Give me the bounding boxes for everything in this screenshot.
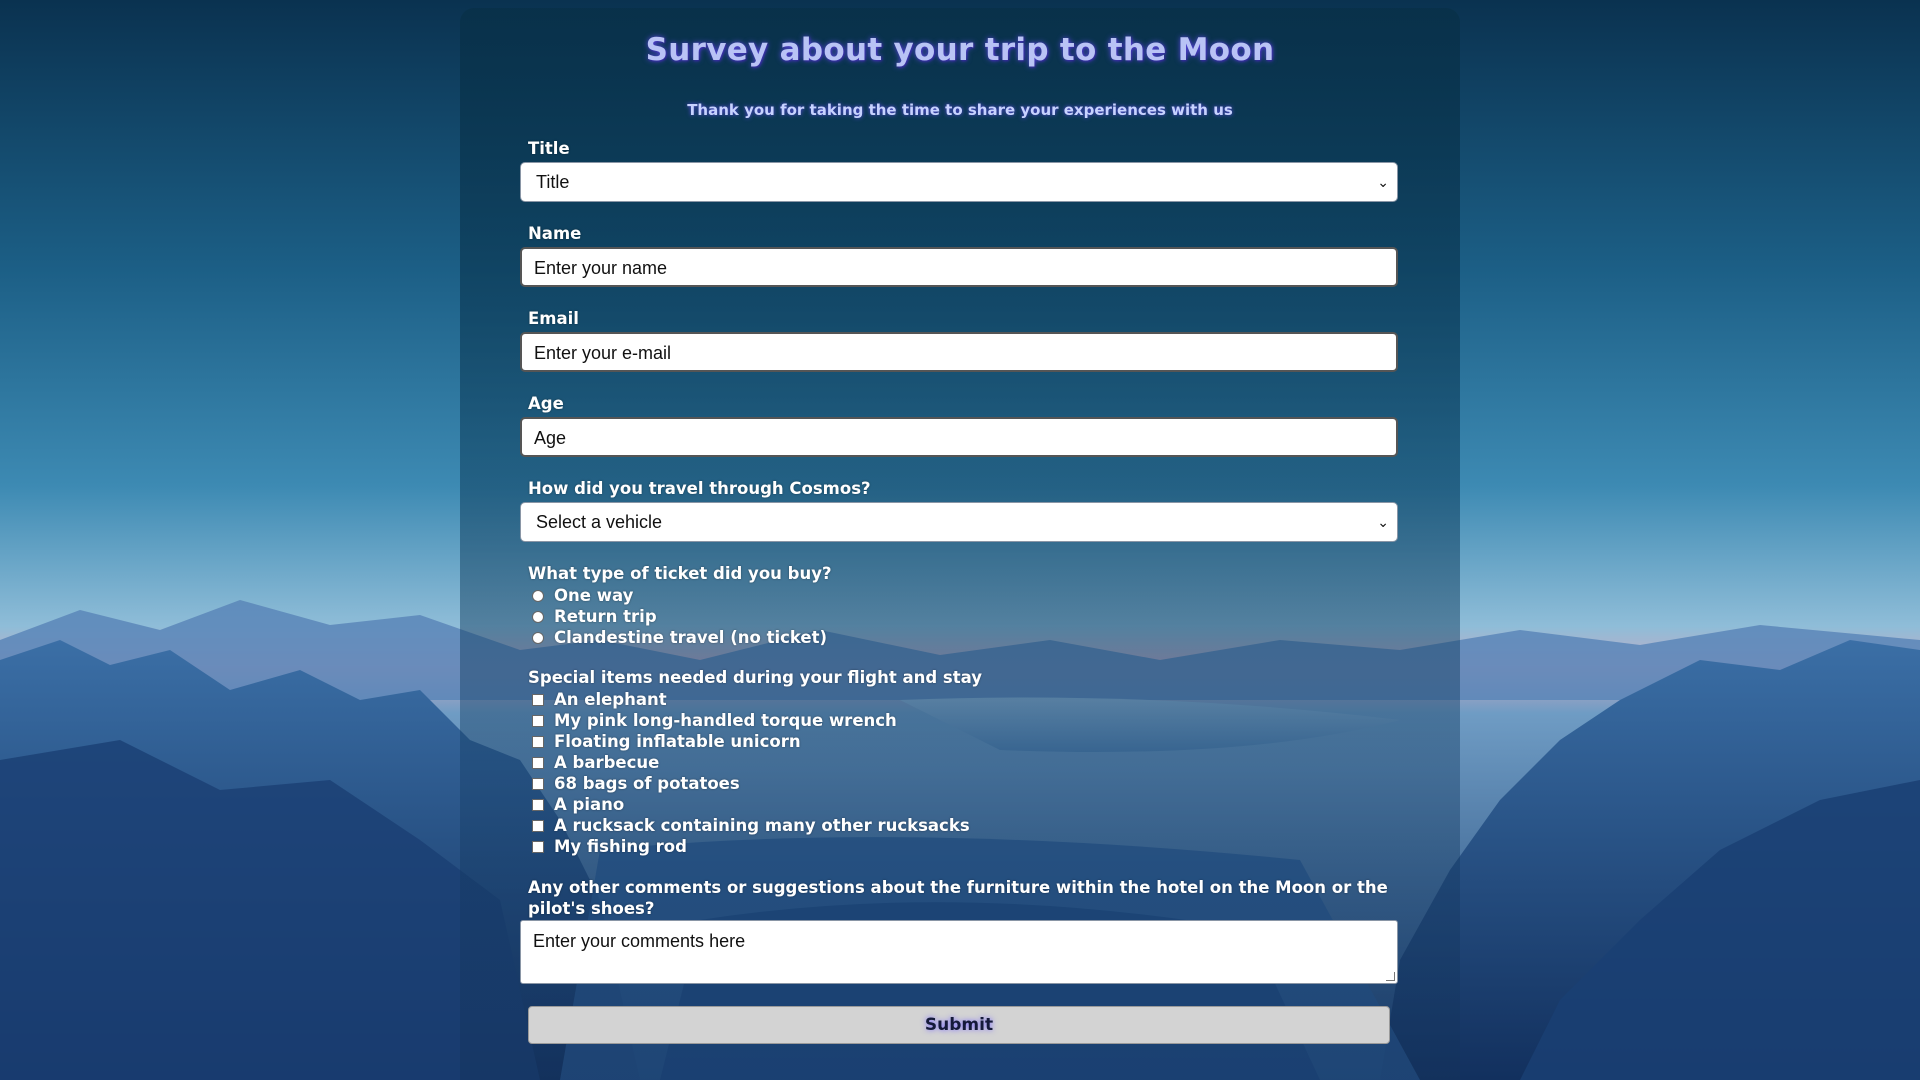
item-option-label: A rucksack containing many other rucksac…	[554, 816, 970, 835]
ticket-option-label: One way	[554, 586, 634, 605]
item-option-torque-wrench[interactable]: My pink long-handled torque wrench	[532, 710, 897, 731]
item-option-label: Floating inflatable unicorn	[554, 732, 801, 751]
item-option-label: My pink long-handled torque wrench	[554, 711, 897, 730]
item-option-label: A barbecue	[554, 753, 660, 772]
ticket-option-one-way[interactable]: One way	[532, 585, 633, 606]
age-input[interactable]: Age	[520, 417, 1398, 457]
checkbox[interactable]	[532, 841, 544, 853]
item-option-label: 68 bags of potatoes	[554, 774, 740, 793]
item-option-unicorn[interactable]: Floating inflatable unicorn	[532, 731, 801, 752]
ticket-option-label: Return trip	[554, 607, 657, 626]
comments-textarea[interactable]: Enter your comments here	[520, 920, 1398, 984]
items-label: Special items needed during your flight …	[528, 668, 983, 687]
ticket-option-label: Clandestine travel (no ticket)	[554, 628, 828, 647]
page-title: Survey about your trip to the Moon	[645, 32, 1275, 68]
survey-form-panel: Survey about your trip to the Moon Thank…	[460, 8, 1460, 1080]
checkbox[interactable]	[532, 736, 544, 748]
item-option-potatoes[interactable]: 68 bags of potatoes	[532, 773, 740, 794]
comments-label: Any other comments or suggestions about …	[528, 878, 1388, 918]
ticket-option-return-trip[interactable]: Return trip	[532, 606, 657, 627]
title-select-value: Title	[536, 172, 570, 192]
item-option-rucksack[interactable]: A rucksack containing many other rucksac…	[532, 815, 970, 836]
page-subtitle: Thank you for taking the time to share y…	[687, 101, 1233, 119]
name-input[interactable]: Enter your name	[520, 247, 1398, 287]
name-input-placeholder: Enter your name	[534, 258, 668, 278]
checkbox[interactable]	[532, 694, 544, 706]
checkbox[interactable]	[532, 757, 544, 769]
chevron-down-icon: ⌄	[1377, 514, 1389, 530]
checkbox[interactable]	[532, 715, 544, 727]
email-label: Email	[528, 309, 579, 328]
vehicle-label: How did you travel through Cosmos?	[528, 479, 871, 498]
title-select[interactable]: Title ⌄	[520, 162, 1398, 202]
item-option-fishing-rod[interactable]: My fishing rod	[532, 836, 687, 857]
item-option-label: An elephant	[554, 690, 667, 709]
comments-placeholder: Enter your comments here	[533, 931, 746, 951]
item-option-label: My fishing rod	[554, 837, 687, 856]
radio-button[interactable]	[532, 590, 544, 602]
ticket-label: What type of ticket did you buy?	[528, 564, 832, 583]
item-option-barbecue[interactable]: A barbecue	[532, 752, 659, 773]
title-label: Title	[528, 139, 570, 158]
item-option-label: A piano	[554, 795, 625, 814]
age-input-placeholder: Age	[534, 428, 567, 448]
resize-handle-icon[interactable]	[1386, 972, 1395, 981]
name-label: Name	[528, 224, 582, 243]
item-option-piano[interactable]: A piano	[532, 794, 624, 815]
radio-button[interactable]	[532, 611, 544, 623]
email-input[interactable]: Enter your e-mail	[520, 332, 1398, 372]
email-input-placeholder: Enter your e-mail	[534, 343, 672, 363]
vehicle-select-value: Select a vehicle	[536, 512, 663, 532]
checkbox[interactable]	[532, 820, 544, 832]
submit-button[interactable]: Submit	[528, 1006, 1390, 1044]
radio-button[interactable]	[532, 632, 544, 644]
checkbox[interactable]	[532, 778, 544, 790]
chevron-down-icon: ⌄	[1377, 174, 1389, 190]
vehicle-select[interactable]: Select a vehicle ⌄	[520, 502, 1398, 542]
item-option-elephant[interactable]: An elephant	[532, 689, 667, 710]
checkbox[interactable]	[532, 799, 544, 811]
ticket-option-clandestine[interactable]: Clandestine travel (no ticket)	[532, 627, 827, 648]
age-label: Age	[528, 394, 564, 413]
